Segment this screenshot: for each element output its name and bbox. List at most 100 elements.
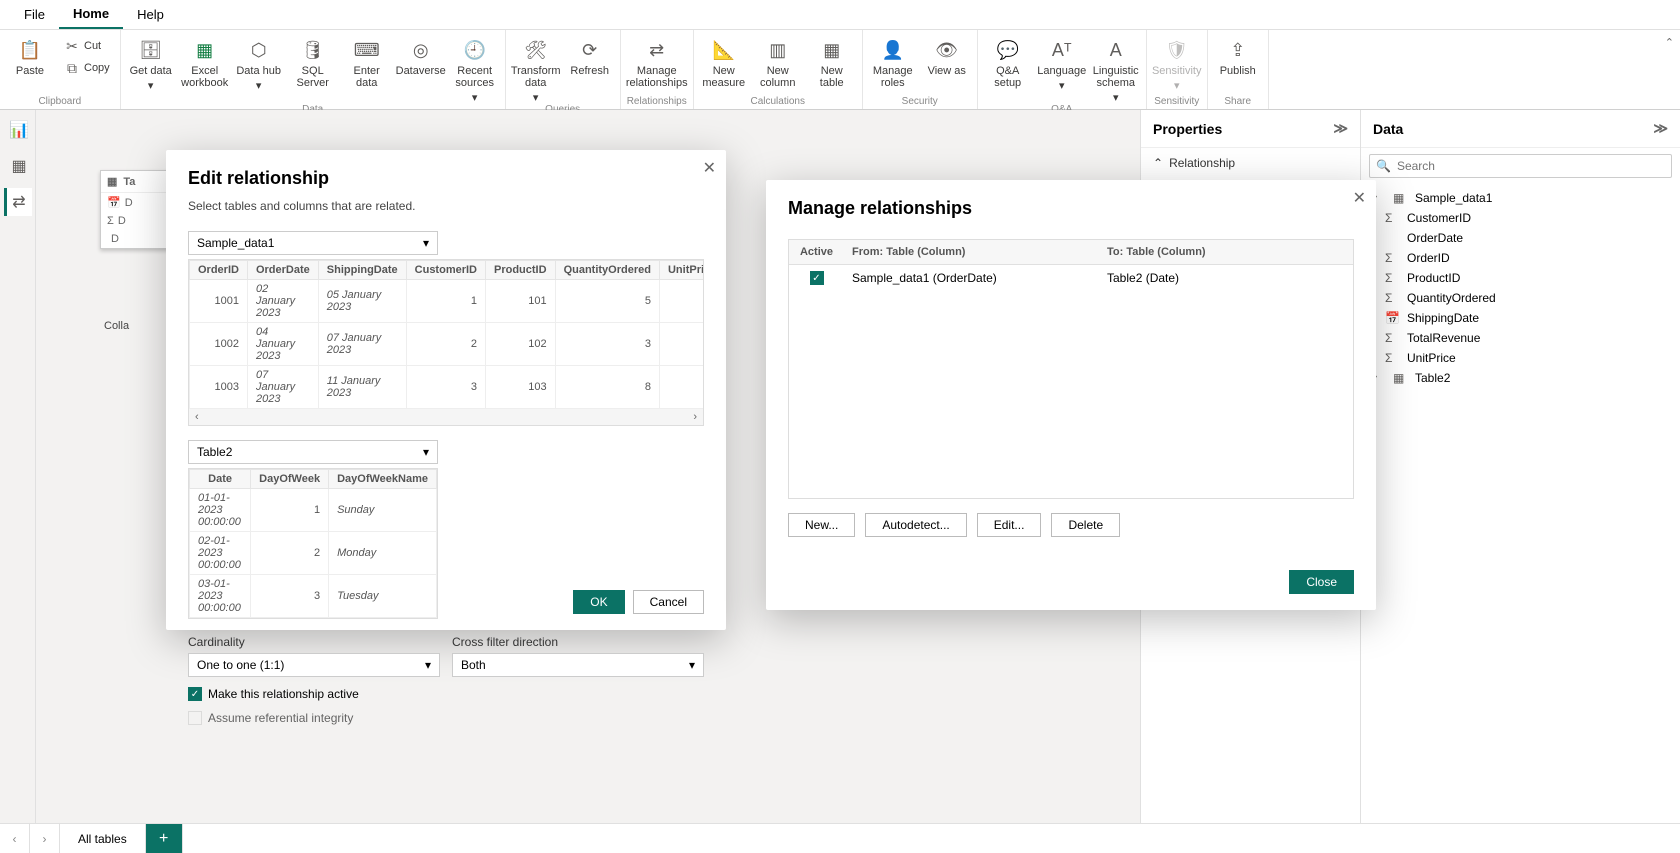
tree-field[interactable]: ΣProductID: [1361, 268, 1680, 288]
excel-icon: ▦: [193, 38, 217, 62]
canvas-table-card[interactable]: ▦Ta 📅D ΣD D: [100, 170, 170, 249]
chevron-down-icon: ▾: [425, 658, 431, 672]
tab-all-tables[interactable]: All tables: [60, 824, 146, 853]
menu-home[interactable]: Home: [59, 0, 123, 29]
recent-sources-button[interactable]: 🕘Recent sources▾: [451, 34, 499, 104]
excel-workbook-button[interactable]: ▦Excel workbook: [181, 34, 229, 89]
transform-data-button[interactable]: 🛠Transform data▾: [512, 34, 560, 104]
new-button[interactable]: New...: [788, 513, 855, 537]
search-icon: 🔍: [1376, 159, 1391, 173]
publish-button[interactable]: ⇪Publish: [1214, 34, 1262, 77]
manage-roles-button[interactable]: 👤Manage roles: [869, 34, 917, 89]
tree-field[interactable]: ΣOrderID: [1361, 248, 1680, 268]
crossfilter-select[interactable]: Both▾: [452, 653, 704, 677]
menu-file[interactable]: File: [10, 1, 59, 28]
language-icon: Aᵀ: [1050, 38, 1074, 62]
table-icon: ▦: [1393, 191, 1409, 205]
new-column-button[interactable]: ▥New column: [754, 34, 802, 89]
edit-button[interactable]: Edit...: [977, 513, 1042, 537]
qa-setup-button[interactable]: 💬Q&A setup: [984, 34, 1032, 89]
active-checkbox[interactable]: ✓: [188, 687, 202, 701]
paste-button[interactable]: 📋Paste: [6, 34, 54, 77]
tab-prev-button[interactable]: ‹: [0, 824, 30, 853]
dialog-title: Edit relationship: [188, 168, 704, 189]
cell: 03-01-2023 00:00:00: [190, 575, 251, 618]
field-icon: Σ: [1385, 351, 1401, 365]
manage-relationships-button[interactable]: ⇄Manage relationships: [633, 34, 681, 89]
tree-table[interactable]: ▾▦Sample_data1: [1361, 188, 1680, 208]
table2-select[interactable]: Table2▾: [188, 440, 438, 464]
menu-help[interactable]: Help: [123, 1, 178, 28]
get-data-button[interactable]: 🗄Get data▾: [127, 34, 175, 92]
chevron-down-icon: ▾: [472, 92, 478, 104]
col-header: DayOfWeek: [251, 470, 329, 489]
delete-button[interactable]: Delete: [1051, 513, 1120, 537]
table-icon: ▦: [820, 38, 844, 62]
add-tab-button[interactable]: +: [146, 824, 183, 853]
search-input-wrapper[interactable]: 🔍: [1369, 154, 1672, 178]
refintegrity-checkbox: [188, 711, 202, 725]
sensitivity-button[interactable]: 🛡Sensitivity▾: [1153, 34, 1201, 92]
recent-icon: 🕘: [463, 38, 487, 62]
cancel-button[interactable]: Cancel: [633, 590, 704, 614]
cell: 1001: [190, 280, 248, 323]
ok-button[interactable]: OK: [573, 590, 624, 614]
cardinality-select[interactable]: One to one (1:1)▾: [188, 653, 440, 677]
cell: 04 January 2023: [247, 323, 318, 366]
chevron-down-icon: ▾: [1174, 80, 1180, 92]
report-view-button[interactable]: 📊: [4, 116, 32, 144]
close-button[interactable]: Close: [1289, 570, 1354, 594]
new-measure-button[interactable]: 📐New measure: [700, 34, 748, 89]
cut-button[interactable]: ✂Cut: [60, 36, 114, 56]
table1-select[interactable]: Sample_data1▾: [188, 231, 438, 255]
scroll-right-button[interactable]: ›: [693, 411, 697, 423]
ribbon-collapse-button[interactable]: ⌃: [1659, 30, 1680, 55]
enter-data-button[interactable]: ⌨Enter data: [343, 34, 391, 89]
expand-icon[interactable]: ≫: [1333, 120, 1348, 137]
cell: 102: [486, 323, 556, 366]
dataverse-button[interactable]: ◎Dataverse: [397, 34, 445, 77]
getdata-icon: 🗄: [139, 38, 163, 62]
data-view-button[interactable]: ▦: [4, 152, 32, 180]
collapse-link[interactable]: Colla: [104, 320, 129, 332]
language-button[interactable]: AᵀLanguage▾: [1038, 34, 1086, 92]
data-hub-button[interactable]: ⬡Data hub▾: [235, 34, 283, 92]
tree-field[interactable]: 📅ShippingDate: [1361, 308, 1680, 328]
measure-icon: 📐: [712, 38, 736, 62]
sql-server-button[interactable]: 🛢SQL Server: [289, 34, 337, 89]
tree-field[interactable]: ΣQuantityOrdered: [1361, 288, 1680, 308]
col-header: ProductID: [486, 261, 556, 280]
tree-table[interactable]: ▾▦Table2: [1361, 368, 1680, 388]
refintegrity-checkbox-label: Assume referential integrity: [208, 711, 353, 725]
expand-icon[interactable]: ≫: [1653, 120, 1668, 137]
copy-button[interactable]: ⧉Copy: [60, 58, 114, 78]
manage-relationships-dialog: ✕ Manage relationships Active From: Tabl…: [766, 180, 1376, 610]
cell: 2: [406, 323, 485, 366]
cell: 103: [486, 366, 556, 409]
relationship-row[interactable]: ✓ Sample_data1 (OrderDate) Table2 (Date): [789, 265, 1353, 291]
view-as-button[interactable]: 👁View as: [923, 34, 971, 77]
linguistic-schema-button[interactable]: ALinguistic schema▾: [1092, 34, 1140, 104]
tree-field[interactable]: ΣUnitPrice: [1361, 348, 1680, 368]
tab-next-button[interactable]: ›: [30, 824, 60, 853]
row-active-checkbox[interactable]: ✓: [810, 271, 824, 285]
refresh-button[interactable]: ⟳Refresh: [566, 34, 614, 77]
cell: 02 January 2023: [247, 280, 318, 323]
chevron-down-icon: ▾: [1059, 80, 1065, 92]
model-view-button[interactable]: ⇄: [4, 188, 32, 216]
chevron-down-icon: ▾: [533, 92, 539, 104]
search-input[interactable]: [1397, 159, 1665, 173]
tree-field[interactable]: ΣCustomerID: [1361, 208, 1680, 228]
cell: 1: [251, 489, 329, 532]
new-table-button[interactable]: ▦New table: [808, 34, 856, 89]
tree-field[interactable]: ΣTotalRevenue: [1361, 328, 1680, 348]
scroll-left-button[interactable]: ‹: [195, 411, 199, 423]
close-icon[interactable]: ✕: [1353, 188, 1366, 208]
close-icon[interactable]: ✕: [703, 158, 716, 178]
tree-field[interactable]: OrderDate: [1361, 228, 1680, 248]
group-calc-label: Calculations: [700, 96, 856, 109]
copy-icon: ⧉: [64, 60, 80, 76]
autodetect-button[interactable]: Autodetect...: [865, 513, 966, 537]
col-to-header: To: Table (Column): [1099, 240, 1353, 264]
properties-relationship-section[interactable]: ⌃ Relationship: [1141, 148, 1360, 178]
